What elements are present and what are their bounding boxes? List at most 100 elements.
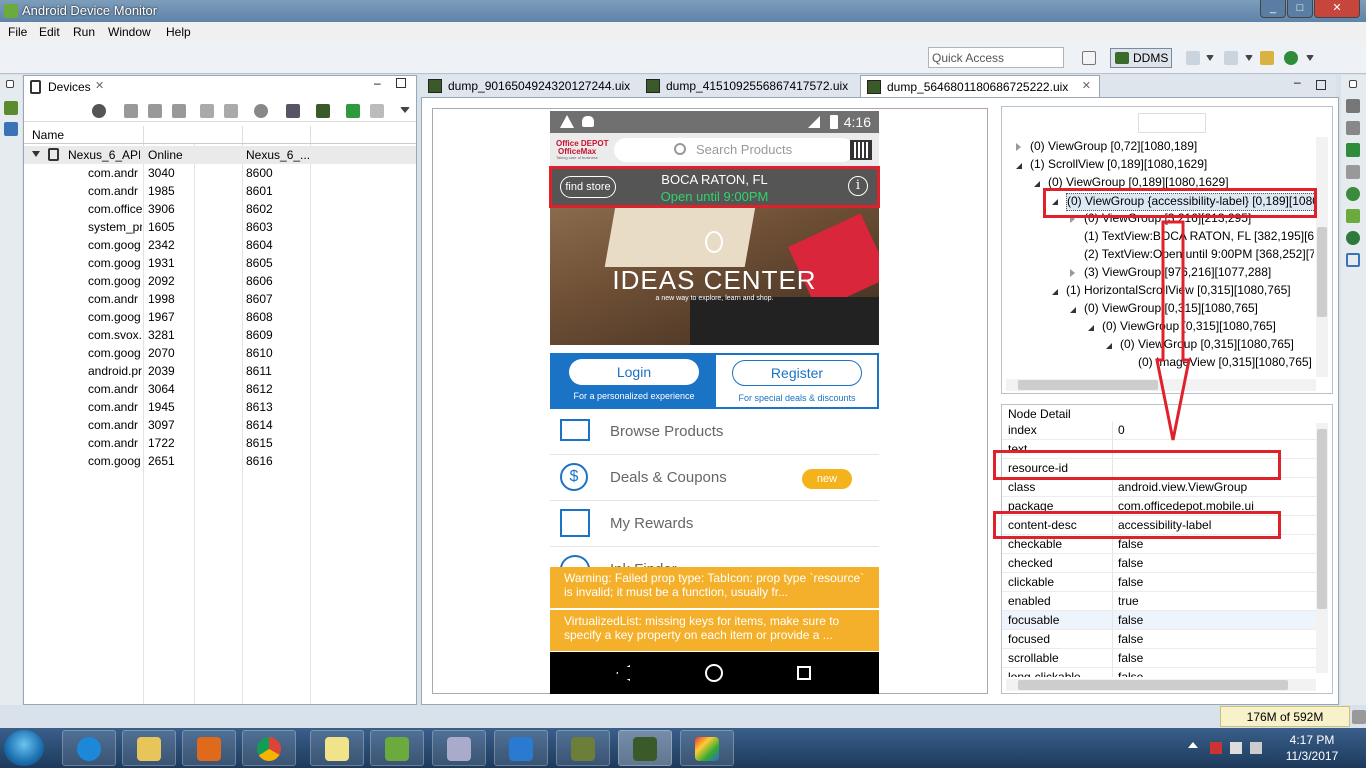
process-row[interactable]: com.office 3906 8602 (24, 200, 416, 218)
property-row[interactable]: focused false (1002, 630, 1318, 649)
hierarchy-viewer-icon[interactable] (1260, 51, 1274, 65)
process-row[interactable]: com.andr 1945 8613 (24, 398, 416, 416)
process-row[interactable]: com.andr 3064 8612 (24, 380, 416, 398)
restore-icon[interactable] (6, 80, 14, 88)
logcat-view-icon[interactable] (4, 122, 18, 136)
property-row[interactable]: focusable false (1002, 611, 1318, 630)
recents-icon[interactable] (797, 666, 811, 680)
menu-item-my-rewards[interactable]: My Rewards (550, 501, 879, 547)
process-row[interactable]: com.andr 3040 8600 (24, 164, 416, 182)
dump-hprof-icon[interactable] (148, 104, 162, 118)
collapse-triangle-icon[interactable] (1070, 307, 1076, 313)
property-row[interactable]: scrollable false (1002, 649, 1318, 668)
start-method-profiling-icon[interactable] (224, 104, 238, 118)
property-row[interactable]: long-clickable false (1002, 668, 1318, 677)
taskbar-media-player[interactable] (182, 730, 236, 766)
process-row[interactable]: com.goog 2342 8604 (24, 236, 416, 254)
taskbar-file-explorer[interactable] (122, 730, 176, 766)
taskbar-node-app[interactable] (432, 730, 486, 766)
menu-run[interactable]: Run (73, 25, 95, 39)
taskbar-sticky-notes[interactable] (310, 730, 364, 766)
register-button[interactable]: Register (732, 360, 862, 386)
dropdown-arrow-icon[interactable] (1206, 55, 1214, 61)
process-row[interactable]: com.andr 1998 8607 (24, 290, 416, 308)
close-tab-icon[interactable]: ✕ (1082, 79, 1091, 92)
scroll-thumb[interactable] (1317, 429, 1327, 609)
update-threads-icon[interactable] (200, 104, 214, 118)
column-name-header[interactable]: Name (32, 128, 64, 142)
ddms-perspective-button[interactable]: DDMS (1110, 48, 1172, 68)
property-row[interactable]: enabled true (1002, 592, 1318, 611)
heap-status[interactable]: 176M of 592M (1220, 706, 1350, 727)
taskbar-genymotion[interactable] (556, 730, 610, 766)
minimize-editor-icon[interactable]: – (1294, 75, 1301, 89)
close-button[interactable]: ✕ (1314, 0, 1360, 18)
tray-expand-icon[interactable] (1188, 742, 1198, 748)
taskbar-clock[interactable]: 4:17 PM 11/3/2017 (1282, 732, 1342, 764)
dropdown-arrow-icon[interactable] (1245, 55, 1253, 61)
menu-item-browse-products[interactable]: Browse Products (550, 409, 879, 455)
menu-edit[interactable]: Edit (39, 25, 60, 39)
scroll-thumb[interactable] (1018, 680, 1288, 690)
close-tab-icon[interactable]: ✕ (95, 79, 104, 92)
process-row[interactable]: com.goog 2070 8610 (24, 344, 416, 362)
yellow-box-warning-1[interactable]: Warning: Failed prop type: TabIcon: prop… (550, 567, 879, 608)
hierarchy-node[interactable]: (0) ViewGroup [0,72][1080,189] (1030, 139, 1197, 157)
taskbar-android-studio[interactable] (370, 730, 424, 766)
process-row[interactable]: system_pr 1605 8603 (24, 218, 416, 236)
search-products-field[interactable]: Search Products (614, 138, 854, 162)
quick-access-input[interactable]: Quick Access (928, 47, 1064, 68)
start-button[interactable] (4, 730, 44, 766)
taskbar-paint[interactable] (680, 730, 734, 766)
expand-triangle-icon[interactable] (1016, 143, 1021, 151)
device-row[interactable]: Nexus_6_API_2 Online Nexus_6_... (24, 146, 416, 164)
debug-bug-icon[interactable] (92, 104, 106, 118)
devices-tab[interactable]: Devices ✕ – (24, 76, 416, 98)
tab-dump-3[interactable]: dump_5646801180686725222.uix ✕ (860, 75, 1100, 97)
maximize-editor-icon[interactable] (1316, 80, 1326, 90)
dropdown-arrow-icon[interactable] (1306, 55, 1314, 61)
screenshot-canvas[interactable]: 4:16 Office DEPOT OfficeMax Taking care … (432, 108, 988, 694)
scroll-thumb[interactable] (1018, 380, 1158, 390)
opengl-trace-icon[interactable] (370, 104, 384, 118)
taskbar-vscode[interactable] (494, 730, 548, 766)
maximize-view-icon[interactable] (396, 78, 406, 88)
yellow-box-warning-2[interactable]: VirtualizedList: missing keys for items,… (550, 610, 879, 651)
dump-view-hierarchy-icon[interactable] (316, 104, 330, 118)
taskbar-device-monitor[interactable] (618, 730, 672, 766)
process-row[interactable]: com.goog 1931 8605 (24, 254, 416, 272)
process-row[interactable]: com.andr 1985 8601 (24, 182, 416, 200)
scroll-thumb[interactable] (1317, 227, 1327, 317)
tray-volume-icon[interactable] (1250, 742, 1262, 754)
hierarchy-node[interactable]: (1) TextView:BOCA RATON, FL [382,195][69 (1084, 229, 1314, 247)
barcode-scanner-icon[interactable] (850, 140, 872, 160)
run-gc-icon[interactable] (1352, 710, 1366, 724)
hierarchy-view-icon[interactable] (1186, 51, 1200, 65)
minimize-button[interactable]: _ (1260, 0, 1286, 18)
tray-network-icon[interactable] (1210, 742, 1222, 754)
tab-dump-2[interactable]: dump_4151092556867417572.uix (640, 75, 858, 97)
network-stats-icon[interactable] (1346, 187, 1360, 201)
android-robot-icon[interactable] (1346, 209, 1360, 223)
collapse-triangle-icon[interactable] (1016, 163, 1022, 169)
process-row[interactable]: com.goog 1967 8608 (24, 308, 416, 326)
menu-window[interactable]: Window (108, 25, 151, 39)
tab-dump-1[interactable]: dump_9016504924320127244.uix (422, 75, 638, 97)
expand-triangle-icon[interactable] (32, 151, 40, 157)
detail-vertical-scrollbar[interactable] (1316, 423, 1328, 673)
hierarchy-node[interactable]: (0) ViewGroup [0,315][1080,765] (1120, 337, 1294, 355)
sysinfo-icon[interactable] (1346, 231, 1360, 245)
taskbar-chrome[interactable] (242, 730, 296, 766)
collapse-triangle-icon[interactable] (1106, 343, 1112, 349)
ideas-center-banner[interactable]: IDEAS CENTER a new way to explore, learn… (550, 207, 879, 345)
collapse-triangle-icon[interactable] (1088, 325, 1094, 331)
open-perspective-icon[interactable] (1082, 51, 1096, 65)
update-heap-icon[interactable] (124, 104, 138, 118)
property-row[interactable]: clickable false (1002, 573, 1318, 592)
taskbar-internet-explorer[interactable] (62, 730, 116, 766)
hierarchy-vertical-scrollbar[interactable] (1316, 137, 1328, 377)
window-icon[interactable] (1346, 253, 1360, 267)
home-icon[interactable] (705, 664, 723, 682)
view-menu-icon[interactable] (400, 107, 410, 113)
minimize-view-icon[interactable]: – (374, 76, 381, 90)
